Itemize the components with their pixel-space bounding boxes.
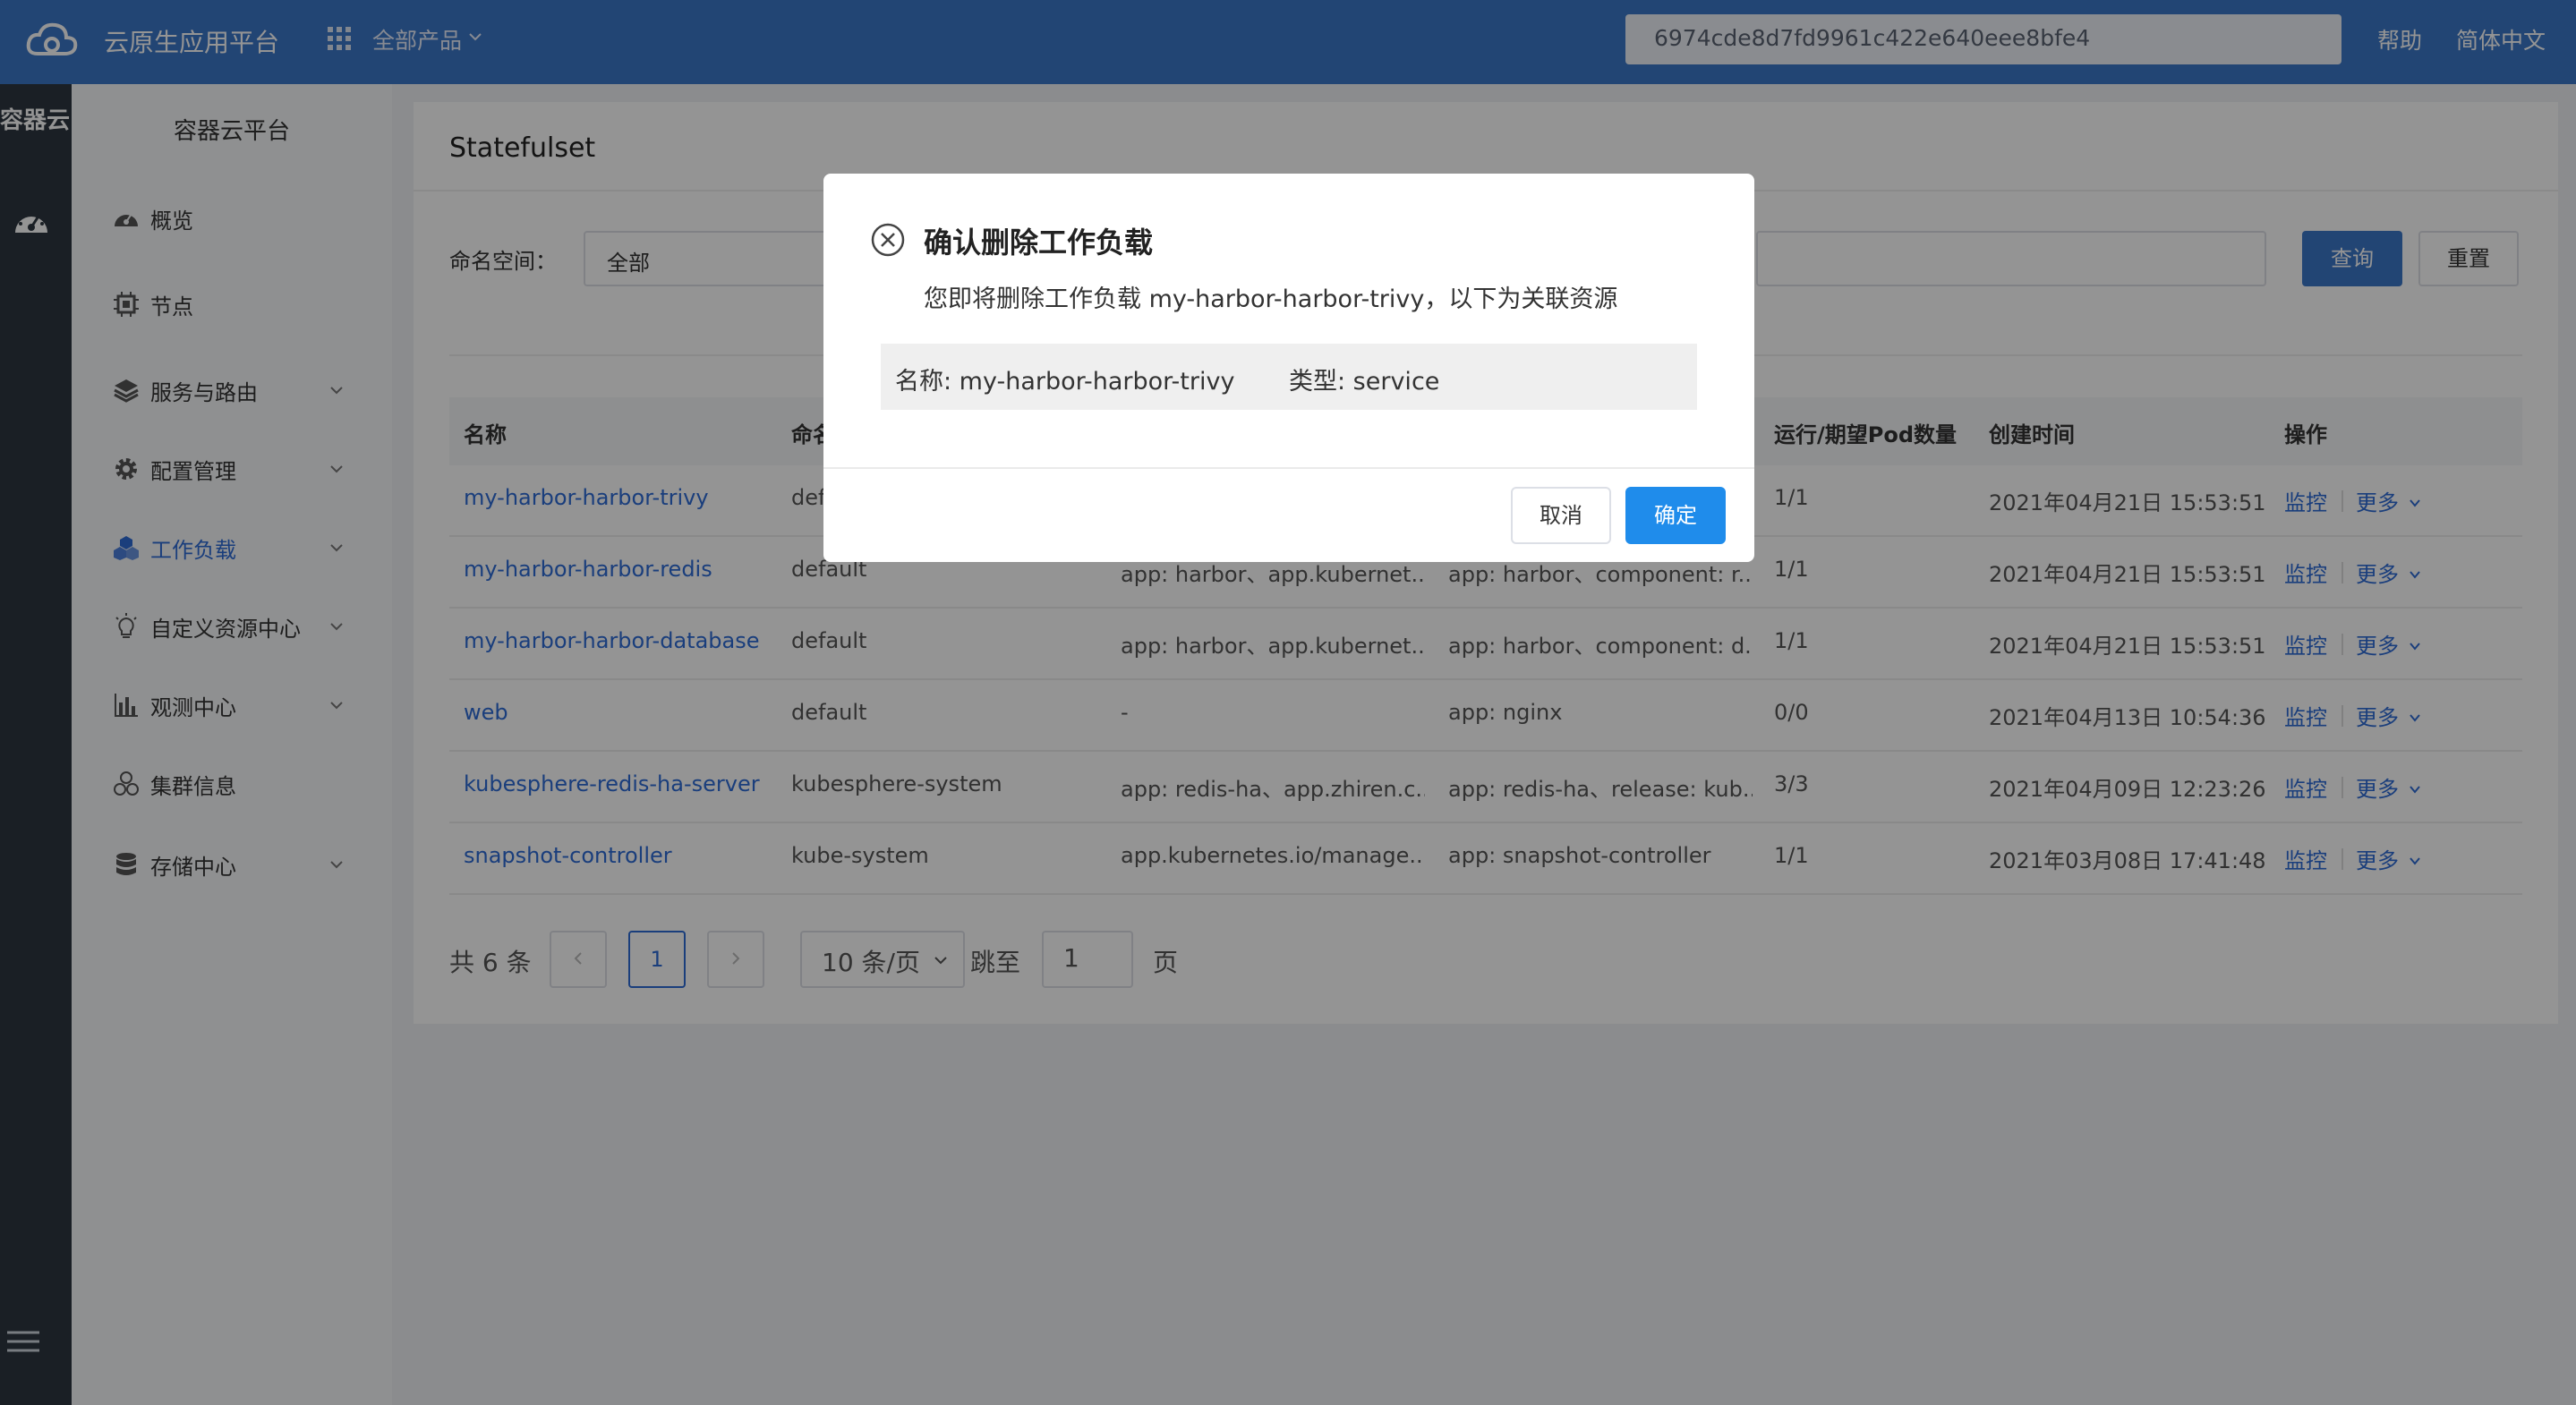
cancel-button[interactable]: 取消 <box>1511 487 1611 544</box>
resource-type: 类型: service <box>1289 368 1440 396</box>
dialog-title: 确认删除工作负载 <box>924 226 1154 260</box>
close-circle-icon <box>871 223 905 257</box>
dialog-description: 您即将删除工作负载 my-harbor-harbor-trivy，以下为关联资源 <box>924 285 1618 313</box>
dialog-divider <box>823 467 1754 469</box>
related-resource-box: 名称: my-harbor-harbor-trivy 类型: service <box>881 344 1697 410</box>
confirm-button[interactable]: 确定 <box>1625 487 1726 544</box>
resource-name: 名称: my-harbor-harbor-trivy <box>895 368 1235 396</box>
confirm-delete-dialog: 确认删除工作负载 您即将删除工作负载 my-harbor-harbor-triv… <box>823 174 1754 562</box>
